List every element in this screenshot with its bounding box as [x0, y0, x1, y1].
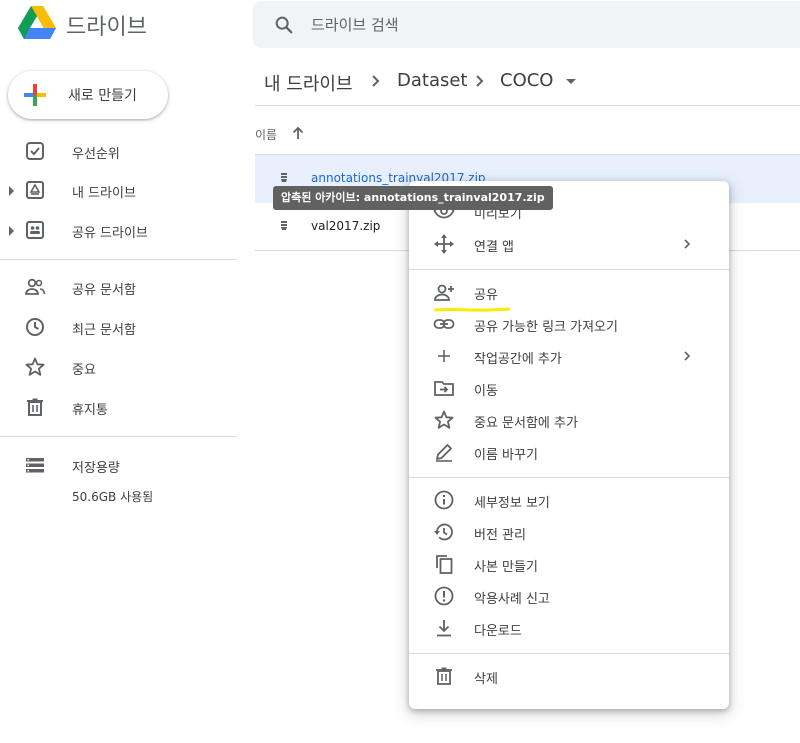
context-menu: 미리보기 연결 앱 공유 공유 가능한 링크 가져오기 작업공간에 추가 이동 … — [409, 181, 729, 709]
menu-item-details[interactable]: 세부정보 보기 — [409, 484, 729, 516]
priority-check-icon — [24, 140, 46, 162]
sidebar-item-label: 휴지통 — [72, 403, 108, 418]
menu-item-label: 작업공간에 추가 — [474, 352, 562, 367]
menu-divider — [409, 477, 729, 478]
sidebar-item-shared-with-me[interactable]: 공유 문서함 — [0, 269, 237, 305]
menu-item-report-abuse[interactable]: 악용사례 신고 — [409, 580, 729, 612]
highlight-underline — [434, 306, 510, 314]
drive-logo-icon[interactable] — [18, 6, 56, 42]
open-with-icon — [433, 233, 455, 255]
chevron-right-icon — [368, 72, 384, 90]
sidebar-item-label: 내 드라이브 — [72, 186, 136, 201]
storage-icon — [24, 454, 46, 476]
file-name[interactable]: val2017.zip — [311, 219, 380, 233]
menu-item-move[interactable]: 이동 — [409, 372, 729, 404]
shared-drive-icon — [24, 219, 46, 241]
link-icon — [433, 313, 455, 335]
sidebar-item-starred[interactable]: 중요 — [0, 349, 237, 385]
search-icon[interactable] — [273, 14, 295, 36]
sidebar-item-label: 우선순위 — [72, 147, 120, 162]
chevron-right-icon — [681, 237, 693, 251]
plus-colored-icon — [22, 82, 48, 108]
zip-file-icon — [277, 219, 291, 235]
sidebar-item-label: 공유 문서함 — [72, 283, 136, 298]
menu-item-download[interactable]: 다운로드 — [409, 612, 729, 644]
menu-item-delete[interactable]: 삭제 — [409, 660, 729, 692]
my-drive-icon — [24, 179, 46, 201]
menu-item-open-with[interactable]: 연결 앱 — [409, 228, 729, 260]
sidebar-item-label: 중요 — [72, 363, 96, 378]
sidebar-item-storage[interactable]: 저장용량 — [0, 447, 237, 483]
menu-divider — [409, 653, 729, 654]
app-name[interactable]: 드라이브 — [66, 9, 147, 41]
menu-item-share[interactable]: 공유 — [409, 276, 729, 308]
file-tooltip: 압축된 아카이브: annotations_trainval2017.zip — [273, 186, 553, 210]
chevron-right-icon — [681, 349, 693, 363]
menu-item-add-to-workspace[interactable]: 작업공간에 추가 — [409, 340, 729, 372]
sidebar-item-recent[interactable]: 최근 문서함 — [0, 309, 237, 345]
star-icon — [433, 409, 455, 431]
menu-item-manage-versions[interactable]: 버전 관리 — [409, 516, 729, 548]
expand-caret-icon[interactable] — [9, 186, 14, 196]
menu-item-label: 다운로드 — [474, 624, 522, 639]
menu-item-label: 공유 가능한 링크 가져오기 — [474, 320, 618, 335]
download-icon — [433, 617, 455, 639]
sidebar-item-trash[interactable]: 휴지통 — [0, 389, 237, 425]
sidebar-item-priority[interactable]: 우선순위 — [0, 133, 237, 169]
new-button-label: 새로 만들기 — [68, 88, 137, 104]
history-icon — [433, 521, 455, 543]
breadcrumb-coco[interactable]: COCO — [500, 70, 553, 91]
search-input[interactable]: 드라이브 검색 — [311, 14, 399, 35]
sidebar-divider — [0, 436, 237, 437]
pencil-icon — [433, 441, 455, 463]
dropdown-arrow-icon[interactable] — [566, 79, 576, 84]
breadcrumb-dataset[interactable]: Dataset — [397, 70, 468, 91]
menu-item-label: 중요 문서함에 추가 — [474, 416, 578, 431]
sort-arrow-up-icon[interactable] — [290, 125, 306, 141]
menu-item-label: 이름 바꾸기 — [474, 448, 538, 463]
search-bar[interactable]: 드라이브 검색 — [253, 1, 800, 48]
menu-item-label: 세부정보 보기 — [474, 496, 550, 511]
breadcrumb-my-drive[interactable]: 내 드라이브 — [264, 70, 353, 96]
new-button[interactable]: 새로 만들기 — [8, 71, 168, 119]
header-divider — [255, 105, 800, 106]
person-add-icon — [433, 281, 455, 303]
menu-item-make-copy[interactable]: 사본 만들기 — [409, 548, 729, 580]
plus-icon — [433, 345, 455, 367]
people-icon — [24, 276, 46, 298]
star-icon — [24, 356, 46, 378]
sidebar-divider — [0, 259, 237, 260]
column-header-name[interactable]: 이름 — [255, 126, 277, 143]
report-icon — [433, 585, 455, 607]
chevron-right-icon — [472, 72, 488, 90]
menu-item-label: 삭제 — [474, 672, 498, 687]
copy-icon — [433, 553, 455, 575]
sidebar-item-shared-drives[interactable]: 공유 드라이브 — [0, 212, 237, 248]
storage-usage: 50.6GB 사용됨 — [72, 490, 154, 504]
menu-item-rename[interactable]: 이름 바꾸기 — [409, 436, 729, 468]
sidebar-item-my-drive[interactable]: 내 드라이브 — [0, 172, 237, 208]
sidebar-item-label: 공유 드라이브 — [72, 226, 148, 241]
sidebar-item-label: 저장용량 — [72, 461, 120, 476]
menu-divider — [409, 269, 729, 270]
info-icon — [433, 489, 455, 511]
menu-item-label: 연결 앱 — [474, 240, 515, 255]
menu-item-label: 공유 — [474, 288, 498, 303]
menu-item-label: 악용사례 신고 — [474, 592, 550, 607]
expand-caret-icon[interactable] — [9, 226, 14, 236]
clock-icon — [24, 316, 46, 338]
trash-icon — [433, 665, 455, 687]
menu-item-label: 사본 만들기 — [474, 560, 538, 575]
move-folder-icon — [433, 377, 455, 399]
trash-icon — [24, 396, 46, 418]
menu-item-label: 이동 — [474, 384, 498, 399]
menu-item-label: 버전 관리 — [474, 528, 526, 543]
sidebar-item-label: 최근 문서함 — [72, 323, 136, 338]
menu-item-add-to-starred[interactable]: 중요 문서함에 추가 — [409, 404, 729, 436]
zip-file-icon — [277, 171, 291, 187]
